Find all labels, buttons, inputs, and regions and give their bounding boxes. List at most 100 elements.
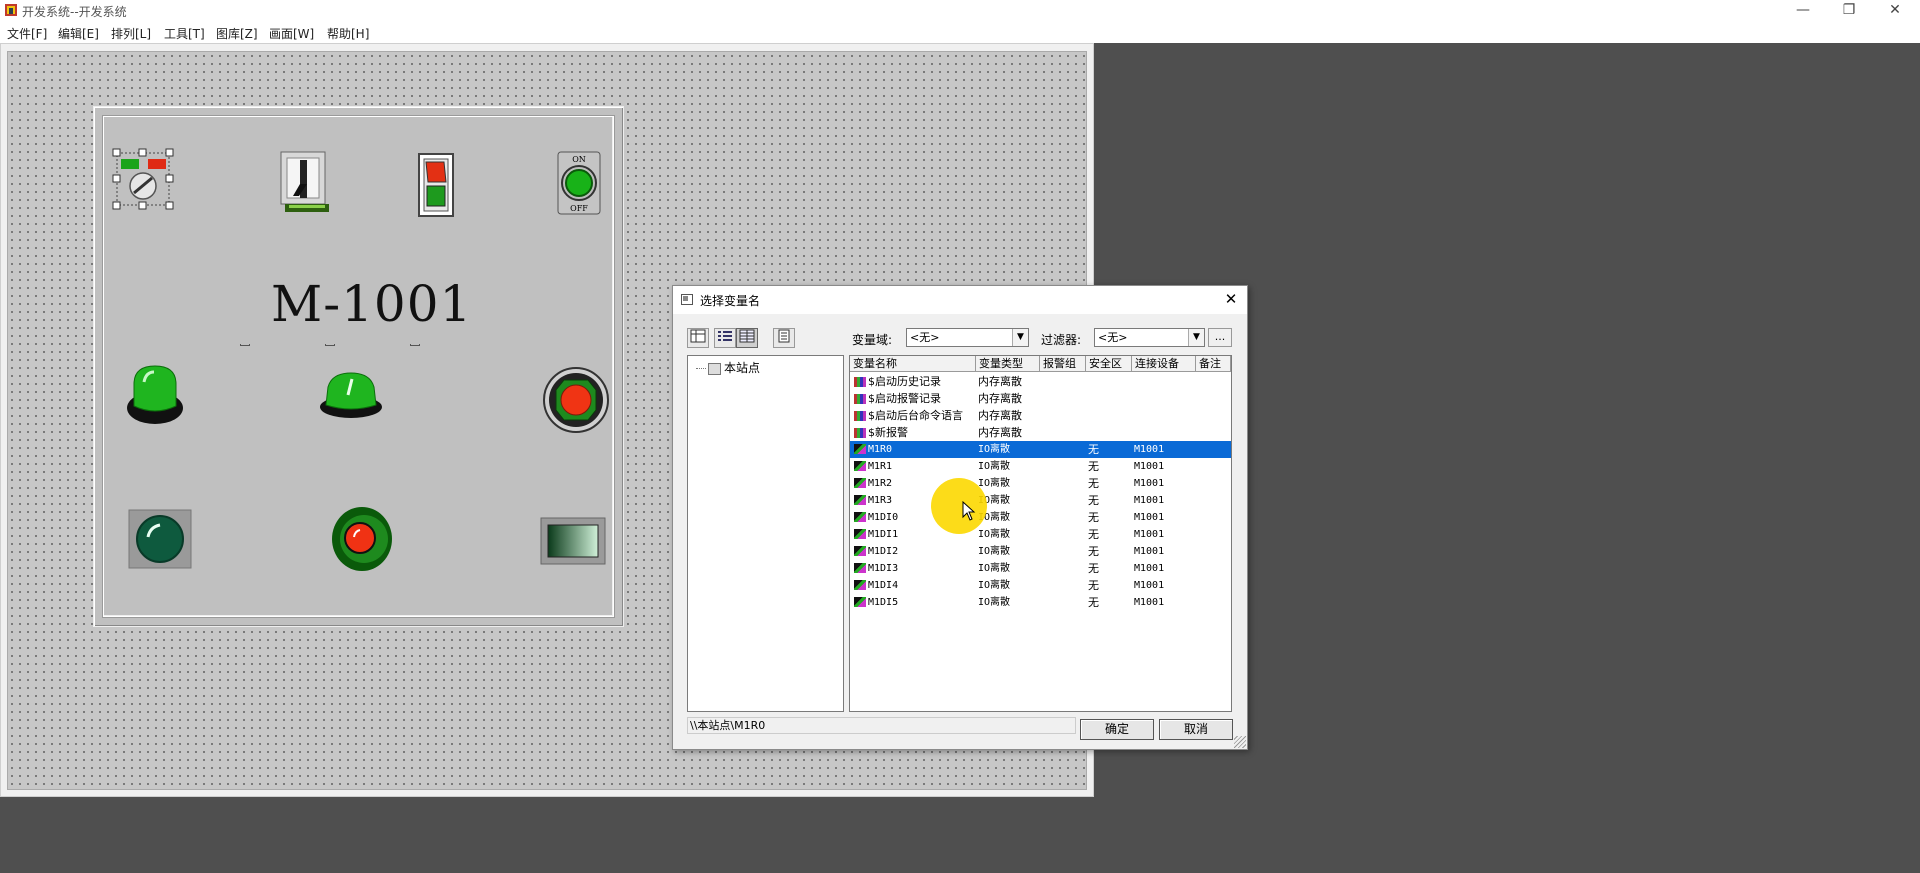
cell-zone: 无 [1086, 543, 1132, 560]
cell-text: 内存离散 [978, 409, 1022, 422]
minimize-button[interactable]: — [1780, 0, 1826, 22]
green-pilot-light-short[interactable] [318, 369, 384, 419]
filter-select[interactable]: <无> ▼ [1094, 328, 1205, 347]
menu-tools[interactable]: 工具[T] [164, 25, 205, 42]
cell-group [1040, 560, 1086, 577]
dialog-icon [681, 294, 693, 305]
on-off-push-button[interactable]: ON OFF [556, 150, 604, 216]
dark-green-indicator[interactable] [128, 509, 192, 569]
table-row[interactable]: M1DI3 IO离散 无 M1001 [850, 560, 1231, 577]
dialog-close-button[interactable]: ✕ [1221, 289, 1241, 309]
cancel-button[interactable]: 取消 [1159, 719, 1233, 740]
control-panel[interactable]: ON OFF M-1001 [93, 106, 624, 627]
cell-type: IO离散 [976, 526, 1040, 543]
cell-name: M1DI2 [850, 543, 976, 560]
green-pilot-light[interactable] [124, 362, 186, 428]
table-row[interactable]: M1R1 IO离散 无 M1001 [850, 458, 1231, 475]
table-row[interactable]: M1R2 IO离散 无 M1001 [850, 475, 1231, 492]
cell-text: M1DI1 [868, 529, 899, 540]
selector-switch[interactable] [110, 146, 176, 212]
menu-arrange[interactable]: 排列[L] [111, 25, 151, 42]
cell-name: $启动报警记录 [850, 390, 976, 407]
cell-group [1040, 509, 1086, 526]
chevron-down-icon: ▼ [1012, 329, 1028, 346]
io-variable-icon [854, 597, 866, 607]
resize-grip[interactable] [1234, 736, 1246, 748]
cell-zone: 无 [1086, 509, 1132, 526]
properties-icon[interactable] [773, 328, 795, 348]
table-row[interactable]: M1DI4 IO离散 无 M1001 [850, 577, 1231, 594]
cell-zone: 无 [1086, 526, 1132, 543]
menu-bar: 文件[F] 编辑[E] 排列[L] 工具[T] 图库[Z] 画面[W] 帮助[H… [0, 22, 1920, 43]
memory-variable-icon [854, 394, 866, 404]
cell-device: M1001 [1132, 543, 1196, 560]
switch-off-label: OFF [570, 204, 588, 213]
cell-text: M1DI5 [868, 597, 899, 608]
cell-zone: 无 [1086, 577, 1132, 594]
app-icon [5, 4, 17, 16]
cell-text: M1001 [1134, 512, 1165, 523]
cell-device [1132, 390, 1196, 407]
cell-text: M1001 [1134, 444, 1165, 455]
tree-node-local-station[interactable]: 本站点 [696, 359, 760, 376]
cell-text: M1R1 [868, 461, 893, 472]
menu-file[interactable]: 文件[F] [7, 25, 47, 42]
cell-zone: 无 [1086, 492, 1132, 509]
cell-name: M1DI4 [850, 577, 976, 594]
table-row[interactable]: M1R0 IO离散 无 M1001 [850, 441, 1231, 458]
cell-type: IO离散 [976, 475, 1040, 492]
ok-button[interactable]: 确定 [1080, 719, 1154, 740]
cell-zone: 无 [1086, 475, 1132, 492]
domain-select[interactable]: <无> ▼ [906, 328, 1029, 347]
label-tick-mark [410, 344, 420, 346]
menu-library[interactable]: 图库[Z] [216, 25, 258, 42]
detail-view-icon[interactable] [736, 328, 758, 348]
restore-button[interactable]: ❐ [1826, 0, 1872, 22]
table-row[interactable]: $启动后台命令语言 内存离散 [850, 407, 1231, 424]
menu-help[interactable]: 帮助[H] [327, 25, 369, 42]
table-row[interactable]: M1DI2 IO离散 无 M1001 [850, 543, 1231, 560]
station-tree[interactable]: 本站点 [687, 355, 844, 712]
table-view-icon[interactable] [687, 328, 709, 348]
label-tick-mark [240, 344, 250, 346]
col-header-device[interactable]: 连接设备 [1132, 356, 1196, 372]
cell-device [1132, 424, 1196, 441]
cell-group [1040, 441, 1086, 458]
table-row[interactable]: M1R3 IO离散无 M1001 [850, 492, 1231, 509]
close-button[interactable]: ✕ [1872, 0, 1918, 22]
cell-group [1040, 373, 1086, 390]
table-row[interactable]: M1DI1 IO离散 无 M1001 [850, 526, 1231, 543]
variable-table[interactable]: 变量名称 变量类型 报警组 安全区 连接设备 备注 $启动历史记录 内存离散 $启动… [849, 355, 1232, 712]
gradient-indicator-light[interactable] [540, 517, 606, 565]
col-header-remark[interactable]: 备注 [1196, 356, 1231, 372]
menu-screen[interactable]: 画面[W] [269, 25, 314, 42]
table-row[interactable]: $新报警 内存离散 [850, 424, 1231, 441]
table-row[interactable]: $启动历史记录 内存离散 [850, 373, 1231, 390]
table-row[interactable]: M1DI5 IO离散 无 M1001 [850, 594, 1231, 611]
col-header-safety-zone[interactable]: 安全区 [1086, 356, 1132, 372]
cell-zone: 无 [1086, 560, 1132, 577]
cell-text: $启动后台命令语言 [868, 409, 963, 422]
col-header-type[interactable]: 变量类型 [976, 356, 1040, 372]
col-header-alarm-group[interactable]: 报警组 [1040, 356, 1086, 372]
table-row[interactable]: M1DI0 IO离散无 M1001 [850, 509, 1231, 526]
cell-group [1040, 594, 1086, 611]
table-row[interactable]: $启动报警记录 内存离散 [850, 390, 1231, 407]
io-variable-icon [854, 546, 866, 556]
cell-text: IO离散 [978, 461, 1011, 472]
toggle-lever-switch[interactable] [279, 150, 329, 216]
cell-text: M1001 [1134, 478, 1165, 489]
switch-on-label: ON [572, 155, 586, 164]
col-header-name[interactable]: 变量名称 [850, 356, 976, 372]
red-stop-button[interactable] [542, 366, 610, 434]
cell-text: IO离散 [978, 444, 1011, 455]
control-panel-face: ON OFF M-1001 [103, 116, 614, 617]
cell-text: 无 [1088, 443, 1099, 456]
red-indicator-lamp[interactable] [330, 505, 394, 573]
menu-edit[interactable]: 编辑[E] [58, 25, 99, 42]
filter-more-button[interactable]: ... [1208, 328, 1232, 347]
motor-label[interactable]: M-1001 [271, 275, 472, 333]
cell-text: 无 [1088, 545, 1099, 558]
rocker-switch[interactable] [417, 152, 457, 218]
list-view-icon[interactable] [714, 328, 736, 348]
